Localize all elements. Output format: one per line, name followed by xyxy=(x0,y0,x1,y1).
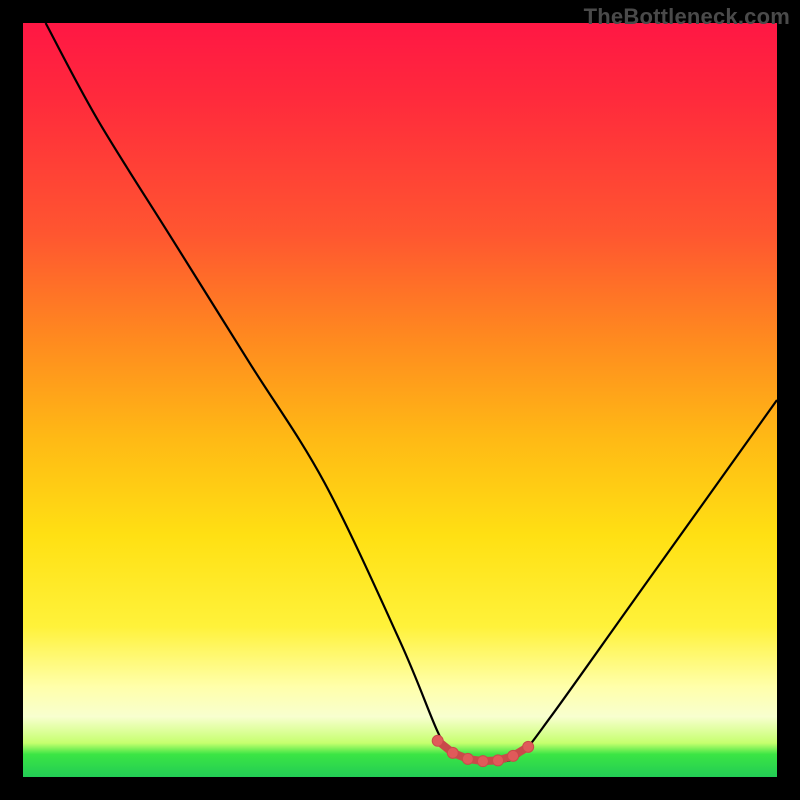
optimal-range-dot xyxy=(447,747,458,758)
plot-area xyxy=(23,23,777,777)
watermark-text: TheBottleneck.com xyxy=(584,4,790,30)
optimal-range-dot xyxy=(432,735,443,746)
bottleneck-curve xyxy=(46,23,777,763)
optimal-range-markers xyxy=(432,735,533,766)
optimal-range-dot xyxy=(477,756,488,767)
optimal-range-dot xyxy=(508,750,519,761)
optimal-range-dot xyxy=(493,755,504,766)
chart-frame: TheBottleneck.com xyxy=(0,0,800,800)
optimal-range-dot xyxy=(462,753,473,764)
curve-layer xyxy=(23,23,777,777)
optimal-range-dot xyxy=(523,741,534,752)
